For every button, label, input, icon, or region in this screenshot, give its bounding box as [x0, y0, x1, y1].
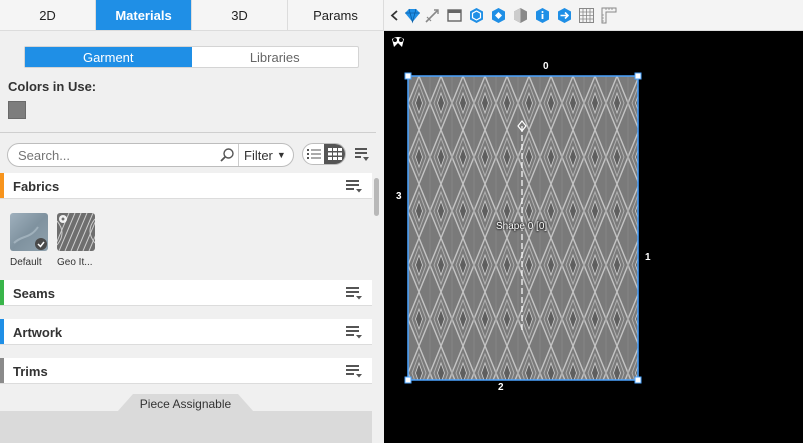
section-menu-icon[interactable] [346, 286, 362, 300]
artwork-color-bar [0, 319, 4, 344]
pin-icon [392, 37, 404, 47]
section-menu-icon[interactable] [346, 179, 362, 193]
artwork-title: Artwork [13, 325, 63, 340]
artwork-section-header[interactable]: Artwork [0, 319, 372, 345]
edge-label-left: 3 [396, 191, 402, 202]
fabrics-color-bar [0, 173, 4, 198]
search-icon[interactable] [219, 147, 235, 163]
filter-dropdown[interactable]: Filter ▼ [238, 144, 286, 166]
fabrics-title: Fabrics [13, 179, 60, 194]
piece-assignable-area [0, 411, 372, 443]
tab-garment[interactable]: Garment [25, 47, 192, 67]
fabrics-list: Default Geo It... [0, 199, 372, 279]
color-swatch[interactable] [8, 101, 26, 119]
view-toggle [302, 143, 346, 165]
grid-view-icon [327, 148, 342, 160]
pattern-canvas [392, 37, 642, 384]
rotate-hexagon-icon[interactable] [490, 7, 507, 24]
trims-color-bar [0, 358, 4, 383]
trims-section-header[interactable]: Trims [0, 358, 372, 384]
fabric-thumbnail-default[interactable] [10, 213, 48, 251]
list-view-icon [306, 149, 321, 159]
chevron-down-icon: ▼ [276, 150, 286, 160]
hexagon-tool-icon[interactable] [468, 7, 485, 24]
materials-panel: 2D Materials 3D Params Garment Libraries… [0, 0, 384, 443]
search-box: Filter ▼ [7, 143, 294, 167]
pattern-viewport[interactable]: 0 1 2 3 Shape 0 [0] [384, 31, 803, 443]
shape-label: Shape 0 [0] [496, 221, 548, 232]
filter-label: Filter [244, 147, 273, 163]
edge-label-bottom: 2 [498, 382, 504, 393]
seams-title: Seams [13, 286, 55, 301]
needle-tool-icon[interactable] [424, 7, 441, 24]
search-input[interactable] [18, 148, 208, 163]
fabric-thumbnail-geo[interactable] [57, 213, 95, 251]
arrow-hexagon-icon[interactable] [556, 7, 573, 24]
garment-libraries-toggle: Garment Libraries [24, 46, 359, 68]
divider [0, 132, 376, 133]
fabric-label-geo: Geo It... [57, 257, 93, 268]
list-view-button[interactable] [303, 144, 324, 164]
tab-3d[interactable]: 3D [192, 0, 288, 30]
tab-libraries[interactable]: Libraries [192, 47, 359, 67]
colors-in-use-title: Colors in Use: [8, 79, 97, 94]
section-menu-icon[interactable] [346, 325, 362, 339]
chevron-left-icon[interactable] [387, 7, 404, 24]
info-hexagon-icon[interactable] [534, 7, 551, 24]
viewport-toolbar [384, 0, 803, 31]
piece-assignable-label: Piece Assignable [139, 397, 232, 411]
grid-icon[interactable] [578, 7, 595, 24]
split-hexagon-icon[interactable] [512, 7, 529, 24]
top-tabs: 2D Materials 3D Params [0, 0, 384, 31]
seams-color-bar [0, 280, 4, 305]
section-menu-icon[interactable] [346, 364, 362, 378]
viewport-panel: 0 1 2 3 Shape 0 [0] [384, 0, 803, 443]
seams-section-header[interactable]: Seams [0, 280, 372, 306]
tab-params[interactable]: Params [288, 0, 384, 30]
trims-title: Trims [13, 364, 48, 379]
grid-view-button[interactable] [324, 144, 345, 164]
tab-materials[interactable]: Materials [96, 0, 192, 30]
fabric-label-default: Default [10, 257, 42, 268]
panel-tool-icon[interactable] [446, 7, 463, 24]
tab-2d[interactable]: 2D [0, 0, 96, 30]
edge-label-right: 1 [645, 252, 651, 263]
app-window: 2D Materials 3D Params Garment Libraries… [0, 0, 803, 443]
diamond-tool-icon[interactable] [404, 7, 421, 24]
sort-icon[interactable] [354, 146, 370, 162]
fabrics-section-header[interactable]: Fabrics [0, 173, 372, 199]
scrollbar-thumb[interactable] [374, 178, 379, 216]
edge-label-top: 0 [543, 61, 549, 72]
ruler-icon[interactable] [600, 7, 617, 24]
